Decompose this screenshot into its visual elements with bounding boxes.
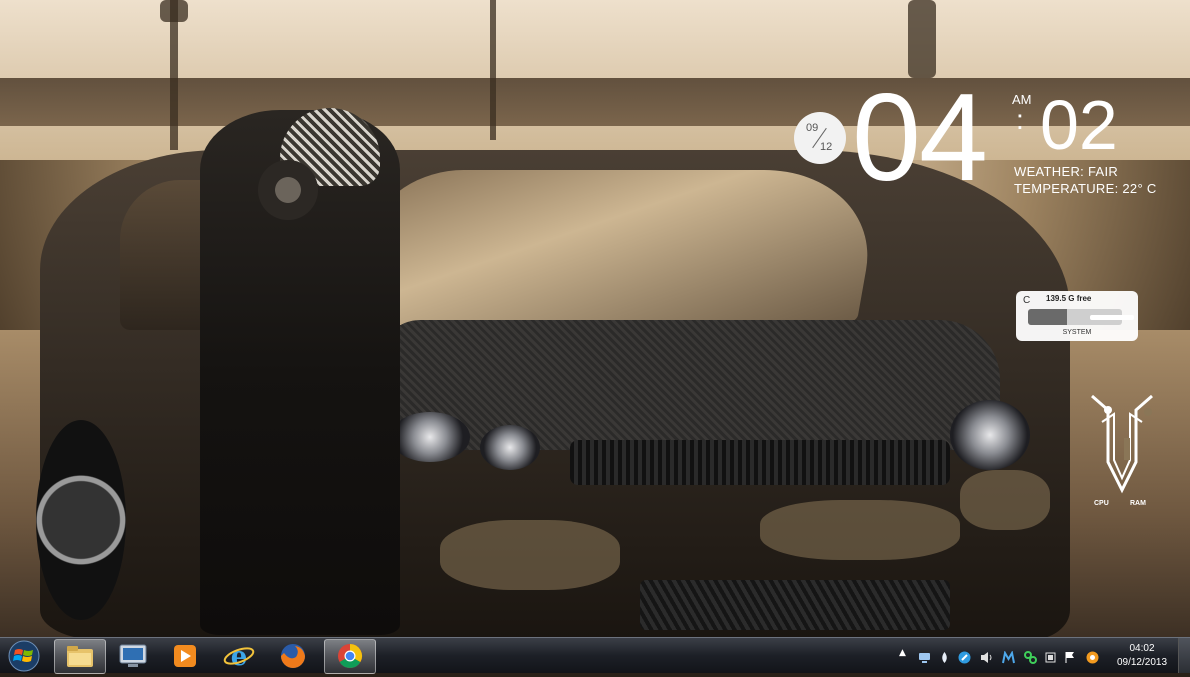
weather-temperature: TEMPERATURE: 22° C bbox=[1014, 181, 1157, 196]
taskbar-explorer-button[interactable] bbox=[54, 639, 106, 674]
wallpaper-headlight bbox=[390, 412, 470, 462]
taskbar-firefox-button[interactable] bbox=[268, 639, 318, 672]
wallpaper-traffic-light bbox=[908, 0, 936, 78]
tray-app-icon[interactable] bbox=[958, 649, 971, 664]
wallpaper-pole bbox=[490, 0, 496, 140]
taskbar-ie-button[interactable]: e bbox=[214, 639, 264, 672]
wallpaper-gas-mask bbox=[258, 160, 318, 220]
date-day: 12 bbox=[820, 141, 833, 153]
drive-bar-highlight bbox=[1090, 315, 1134, 320]
date-widget[interactable]: 09 12 bbox=[794, 112, 846, 164]
clock-colon: : bbox=[1016, 104, 1024, 135]
drive-usage-bar bbox=[1028, 309, 1134, 325]
taskbar-media-player-button[interactable] bbox=[160, 639, 210, 672]
clock-hour: 04 bbox=[852, 69, 988, 207]
wallpaper-car-grille bbox=[570, 440, 950, 485]
wallpaper-headlight bbox=[950, 400, 1030, 470]
cpu-label: CPU bbox=[1094, 500, 1109, 507]
wallpaper-wheel bbox=[36, 420, 126, 620]
tray-avast-icon[interactable] bbox=[1086, 649, 1099, 664]
firefox-icon bbox=[281, 644, 305, 668]
tray-connect-icon[interactable] bbox=[1024, 649, 1037, 664]
windows-logo-icon bbox=[8, 640, 40, 672]
wallpaper-car-lower-grille bbox=[640, 580, 950, 630]
wallpaper-camo-patch bbox=[440, 520, 620, 590]
tray-clock-date[interactable]: 09/12/2013 bbox=[1112, 657, 1172, 668]
start-button[interactable] bbox=[4, 640, 44, 672]
wallpaper-car-hood bbox=[380, 320, 1000, 450]
cpu-ram-meter[interactable]: CPU RAM bbox=[1088, 392, 1156, 510]
weather-condition: WEATHER: FAIR bbox=[1014, 164, 1119, 179]
play-icon bbox=[174, 645, 196, 667]
wallpaper-car-windshield bbox=[356, 170, 884, 325]
tray-malwarebytes-icon[interactable] bbox=[1002, 649, 1015, 664]
taskbar-remote-desktop-button[interactable] bbox=[108, 639, 158, 672]
tray-clock-time[interactable]: 04:02 bbox=[1112, 643, 1172, 654]
wallpaper-pole bbox=[170, 0, 178, 150]
drive-widget[interactable]: C 139.5 G free SYSTEM bbox=[1016, 291, 1138, 341]
drive-free-space: 139.5 G free bbox=[1046, 294, 1092, 303]
tray-expand-icon[interactable]: ▲ bbox=[899, 648, 906, 658]
drive-letter: C bbox=[1023, 295, 1031, 306]
tray-volume-icon[interactable] bbox=[980, 649, 993, 663]
tray-flag-icon[interactable] bbox=[1064, 649, 1077, 663]
taskbar: e ▲ 04:02 09/12/2013 bbox=[0, 637, 1190, 674]
date-month: 09 bbox=[806, 122, 819, 134]
wallpaper-headlight bbox=[480, 425, 540, 470]
ram-label: RAM bbox=[1130, 500, 1146, 507]
wallpaper-camo-patch bbox=[960, 470, 1050, 530]
tray-drop-icon[interactable] bbox=[938, 649, 951, 663]
taskbar-chrome-button[interactable] bbox=[324, 639, 376, 674]
wallpaper-camo-patch bbox=[760, 500, 960, 560]
chrome-icon bbox=[338, 643, 362, 669]
folder-icon bbox=[67, 646, 93, 667]
drive-usage-fill bbox=[1028, 309, 1068, 325]
clock-minute: 02 bbox=[1040, 86, 1118, 164]
show-desktop-button[interactable] bbox=[1178, 638, 1190, 673]
tray-network-icon[interactable] bbox=[918, 649, 931, 663]
wallpaper-traffic-light bbox=[160, 0, 188, 22]
svg-text:e: e bbox=[231, 642, 248, 672]
ie-icon: e bbox=[223, 642, 255, 672]
monitor-icon bbox=[119, 644, 147, 667]
drive-name: SYSTEM bbox=[1062, 329, 1092, 336]
tray-device-icon[interactable] bbox=[1044, 649, 1057, 663]
meter-emblem-icon bbox=[1091, 394, 1153, 494]
